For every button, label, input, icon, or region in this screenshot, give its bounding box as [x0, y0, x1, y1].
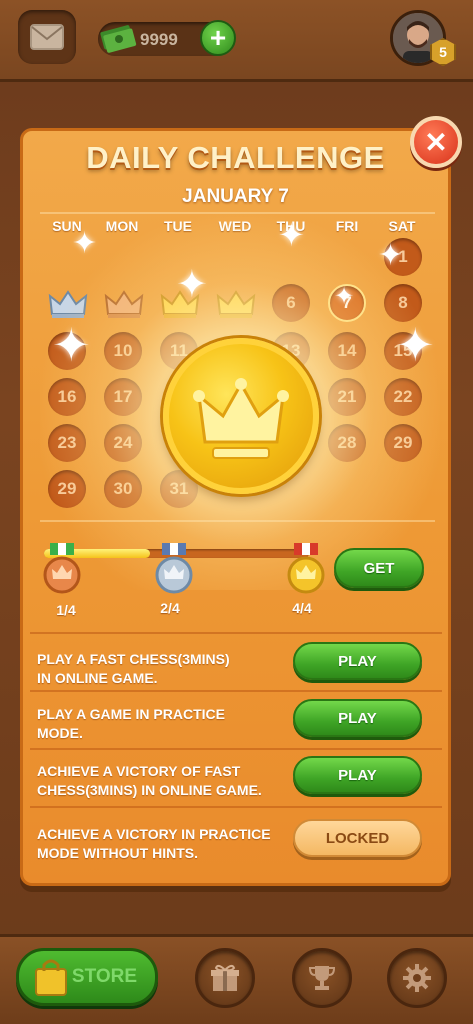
task-text-line: MODE WITHOUT HINTS. [37, 845, 198, 861]
calendar-day[interactable]: 17 [104, 378, 142, 416]
calendar-day[interactable]: 29 [48, 470, 86, 508]
add-cash-button[interactable]: + [200, 20, 236, 56]
get-reward-button[interactable]: GET [334, 548, 424, 588]
calendar-day[interactable]: 29 [384, 424, 422, 462]
gift-button[interactable] [195, 948, 255, 1008]
calendar-day[interactable]: 30 [104, 470, 142, 508]
play-button[interactable]: PLAY [293, 642, 422, 680]
gear-icon [403, 964, 431, 992]
divider [30, 748, 442, 750]
gift-icon [211, 964, 239, 991]
sparkle-icon: ✦ [334, 283, 355, 310]
task-text-line: ACHIEVE A VICTORY OF FAST [37, 763, 241, 779]
calendar-day[interactable]: 14 [328, 332, 366, 370]
divider [30, 806, 442, 808]
calendar-day[interactable]: 23 [48, 424, 86, 462]
sparkle-icon: ✦ [176, 264, 208, 306]
milestone-label: 1/4 [56, 602, 76, 618]
task-text-line: CHESS(3MINS) IN ONLINE GAME. [37, 782, 262, 798]
reward-coin [163, 338, 319, 494]
current-date: JANUARY 7 [182, 186, 289, 207]
weekday-sat: SAT [388, 218, 416, 234]
sparkle-icon: ✦ [52, 319, 91, 371]
settings-button[interactable] [387, 948, 447, 1008]
divider [40, 520, 435, 522]
bronze-crown-icon [104, 290, 144, 318]
weekday-tue: TUE [164, 218, 192, 234]
calendar-day[interactable]: 24 [104, 424, 142, 462]
task-text-line: PLAY A GAME IN PRACTICE [37, 706, 225, 722]
silver-medal-icon [155, 543, 193, 594]
sparkle-icon: ✦ [396, 319, 435, 371]
weekday-mon: MON [105, 218, 139, 234]
milestone-label: 2/4 [160, 600, 180, 616]
calendar-day[interactable]: 28 [328, 424, 366, 462]
gold-crown-icon [216, 290, 256, 318]
leaderboard-button[interactable] [292, 948, 352, 1008]
store-label: STORE [71, 966, 137, 987]
weekday-fri: FRI [335, 218, 359, 234]
calendar-day[interactable]: 22 [384, 378, 422, 416]
locked-button[interactable]: LOCKED [293, 819, 422, 857]
mail-button[interactable] [18, 10, 76, 64]
task-description: ACHIEVE A VICTORY OF FAST CHESS(3MINS) I… [37, 762, 287, 800]
shopping-bag-icon [35, 959, 67, 996]
sparkle-icon: ✦ [72, 227, 98, 260]
play-button[interactable]: PLAY [293, 756, 422, 794]
calendar-day[interactable]: 10 [104, 332, 142, 370]
task-text-line: PLAY A FAST CHESS(3MINS) [37, 651, 230, 667]
silver-crown-icon [48, 290, 88, 318]
gold-medal-icon [287, 543, 325, 594]
sparkle-icon: ✦ [378, 239, 404, 272]
milestone-label: 4/4 [292, 600, 312, 616]
dialog-title: DAILY CHALLENGE [86, 140, 385, 175]
cash-counter: 9999 + [98, 20, 236, 56]
calendar-day[interactable]: 21 [328, 378, 366, 416]
cash-amount: 9999 [140, 30, 178, 49]
task-description: PLAY A FAST CHESS(3MINS) IN ONLINE GAME. [37, 650, 287, 688]
trophy-icon [308, 966, 336, 990]
calendar-day[interactable]: 8 [384, 284, 422, 322]
close-button[interactable]: ✕ [410, 116, 462, 168]
divider [30, 632, 442, 634]
task-text-line: IN ONLINE GAME. [37, 670, 158, 686]
play-button[interactable]: PLAY [293, 699, 422, 737]
task-description: PLAY A GAME IN PRACTICE MODE. [37, 705, 287, 743]
weekday-wed: WED [218, 218, 252, 234]
cash-icon [100, 25, 137, 53]
calendar-day[interactable]: 6 [272, 284, 310, 322]
task-description: ACHIEVE A VICTORY IN PRACTICE MODE WITHO… [37, 825, 287, 863]
envelope-icon [30, 24, 64, 50]
divider [30, 690, 442, 692]
task-text-line: ACHIEVE A VICTORY IN PRACTICE [37, 826, 271, 842]
calendar-day[interactable]: 16 [48, 378, 86, 416]
task-text-line: MODE. [37, 725, 83, 741]
sparkle-icon: ✦ [278, 217, 305, 253]
close-icon: ✕ [424, 126, 448, 158]
crown-icon [193, 378, 289, 459]
bronze-medal-icon [43, 543, 81, 594]
divider [40, 212, 435, 214]
store-button[interactable]: STORE [16, 948, 158, 1006]
